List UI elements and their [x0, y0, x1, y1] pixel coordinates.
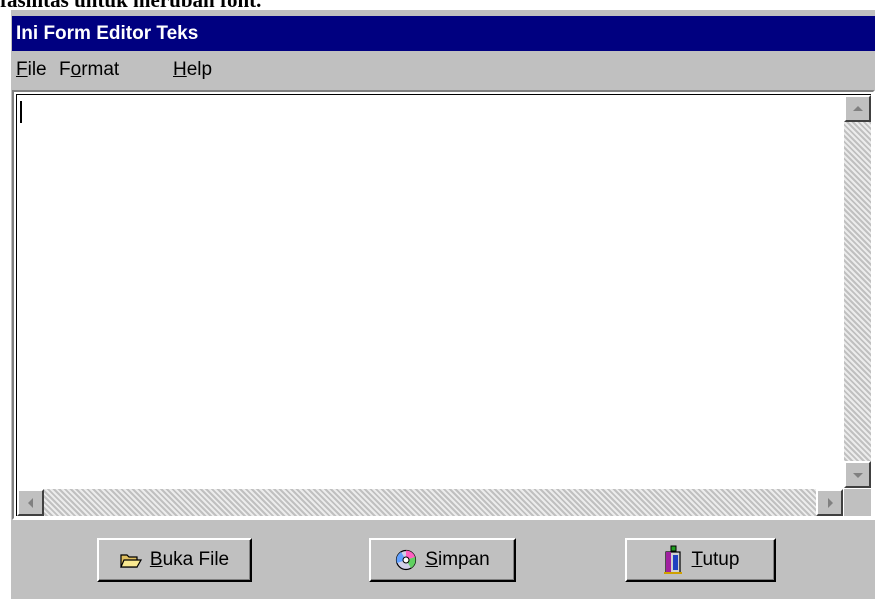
open-file-accel: B — [149, 549, 163, 570]
menu-file[interactable]: File — [16, 51, 47, 88]
scroll-left-button[interactable] — [17, 489, 44, 516]
scrollbar-size-box — [844, 489, 871, 516]
arrow-right-icon — [827, 497, 833, 508]
vertical-scrollbar[interactable] — [844, 95, 871, 488]
close-accel: T — [691, 549, 703, 570]
menu-format-accel: o — [70, 59, 82, 80]
menu-format[interactable]: Format — [59, 51, 119, 88]
open-file-text: uka File — [162, 549, 230, 570]
arrow-left-icon — [27, 497, 33, 508]
open-file-label: Buka File — [150, 549, 229, 571]
arrow-up-icon — [852, 105, 863, 111]
folder-open-icon — [119, 551, 142, 569]
open-file-button[interactable]: Buka File — [97, 538, 252, 582]
menu-help[interactable]: Help — [173, 51, 212, 88]
text-caret — [20, 101, 22, 123]
disc-icon — [395, 549, 417, 571]
scroll-up-button[interactable] — [844, 95, 871, 122]
menu-format-first: F — [59, 59, 71, 80]
save-label: Simpan — [425, 549, 489, 571]
window-title: Ini Form Editor Teks — [12, 16, 875, 51]
save-text: impan — [437, 549, 490, 570]
text-editor-frame — [12, 90, 875, 520]
menu-file-label: ile — [27, 59, 47, 80]
save-accel: S — [425, 549, 438, 570]
menu-help-accel: H — [173, 59, 187, 80]
close-text: utup — [702, 549, 740, 570]
text-editor-area[interactable] — [16, 94, 871, 516]
door-exit-icon — [662, 545, 684, 575]
close-button[interactable]: Tutup — [625, 538, 776, 582]
scroll-right-button[interactable] — [816, 489, 843, 516]
menu-help-label: elp — [186, 59, 213, 80]
save-button[interactable]: Simpan — [369, 538, 516, 582]
scroll-down-button[interactable] — [844, 461, 871, 488]
editor-text[interactable] — [25, 99, 841, 486]
close-label: Tutup — [692, 549, 740, 571]
document-caption-text: fasilitas untuk merubah font. — [0, 0, 875, 10]
menu-file-accel: F — [16, 59, 28, 80]
menu-format-label: rmat — [81, 59, 120, 80]
horizontal-scrollbar[interactable] — [17, 489, 843, 516]
arrow-down-icon — [852, 472, 863, 478]
menu-bar: File Format Help — [12, 51, 875, 88]
text-editor-window: Ini Form Editor Teks File Format Help Bu… — [11, 10, 875, 599]
